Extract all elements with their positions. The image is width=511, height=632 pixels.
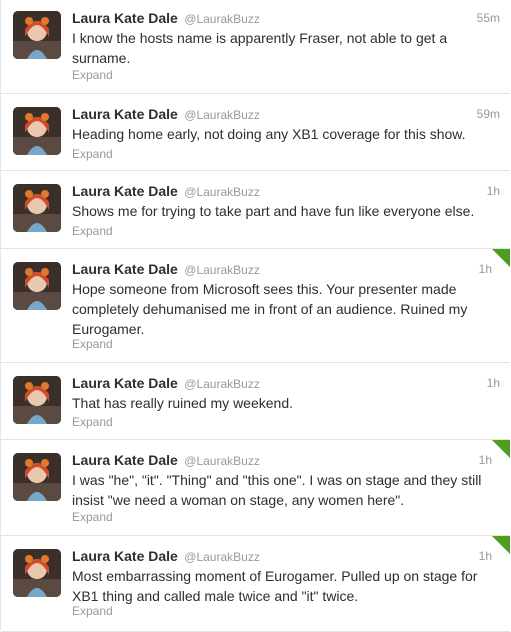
tweet-timeline: Laura Kate Dale @LaurakBuzz 55m I know t…	[0, 0, 510, 632]
tweet-text: Shows me for trying to take part and hav…	[72, 203, 475, 219]
avatar[interactable]	[13, 11, 61, 59]
expand-link[interactable]: Expand	[72, 147, 113, 161]
avatar[interactable]	[13, 453, 61, 501]
tweet-username[interactable]: @LaurakBuzz	[184, 185, 260, 199]
tweet-username[interactable]: @LaurakBuzz	[184, 454, 260, 468]
expand-link[interactable]: Expand	[72, 68, 113, 82]
avatar[interactable]	[13, 549, 61, 597]
tweet-text: I was "he", "it". "Thing" and "this one"…	[72, 472, 482, 508]
tweet-item[interactable]: Laura Kate Dale @LaurakBuzz 1h That has …	[1, 363, 510, 440]
expand-link[interactable]: Expand	[72, 510, 113, 524]
tweet-fullname[interactable]: Laura Kate Dale	[72, 106, 178, 122]
tweet-fullname[interactable]: Laura Kate Dale	[72, 375, 178, 391]
tweet-fullname[interactable]: Laura Kate Dale	[72, 10, 178, 26]
tweet-username[interactable]: @LaurakBuzz	[184, 12, 260, 26]
tweet-text: Heading home early, not doing any XB1 co…	[72, 126, 466, 142]
tweet-fullname[interactable]: Laura Kate Dale	[72, 452, 178, 468]
tweet-username[interactable]: @LaurakBuzz	[184, 377, 260, 391]
tweet-text: That has really ruined my weekend.	[72, 395, 293, 411]
tweet-item[interactable]: Laura Kate Dale @LaurakBuzz 55m I know t…	[1, 0, 510, 94]
tweet-text: Hope someone from Microsoft sees this. Y…	[72, 281, 468, 337]
tweet-username[interactable]: @LaurakBuzz	[184, 263, 260, 277]
tweet-header: Laura Kate Dale @LaurakBuzz 1h	[72, 373, 500, 393]
tweet-timestamp[interactable]: 1h	[487, 373, 500, 393]
tweet-timestamp[interactable]: 1h	[487, 181, 500, 201]
tweet-item[interactable]: Laura Kate Dale @LaurakBuzz 1h Hope some…	[1, 249, 510, 363]
tweet-fullname[interactable]: Laura Kate Dale	[72, 261, 178, 277]
expand-link[interactable]: Expand	[72, 337, 113, 351]
tweet-item[interactable]: Laura Kate Dale @LaurakBuzz 1h I was "he…	[1, 440, 510, 536]
tweet-header: Laura Kate Dale @LaurakBuzz 1h	[72, 546, 500, 566]
tweet-timestamp[interactable]: 1h	[479, 259, 492, 279]
tweet-header: Laura Kate Dale @LaurakBuzz 1h	[72, 450, 500, 470]
tweet-item[interactable]: Laura Kate Dale @LaurakBuzz 59m Heading …	[1, 94, 510, 171]
tweet-username[interactable]: @LaurakBuzz	[184, 550, 260, 564]
expand-link[interactable]: Expand	[72, 604, 113, 618]
expand-link[interactable]: Expand	[72, 415, 113, 429]
avatar[interactable]	[13, 376, 61, 424]
tweet-username[interactable]: @LaurakBuzz	[184, 108, 260, 122]
tweet-header: Laura Kate Dale @LaurakBuzz 1h	[72, 181, 500, 201]
avatar[interactable]	[13, 184, 61, 232]
tweet-fullname[interactable]: Laura Kate Dale	[72, 548, 178, 564]
tweet-timestamp[interactable]: 1h	[479, 450, 492, 470]
tweet-item[interactable]: Laura Kate Dale @LaurakBuzz 1h Shows me …	[1, 171, 510, 249]
avatar[interactable]	[13, 262, 61, 310]
tweet-text: Most embarrassing moment of Eurogamer. P…	[72, 568, 478, 604]
avatar[interactable]	[13, 107, 61, 155]
tweet-header: Laura Kate Dale @LaurakBuzz 1h	[72, 259, 500, 279]
tweet-timestamp[interactable]: 55m	[477, 8, 500, 28]
tweet-item[interactable]: Laura Kate Dale @LaurakBuzz 1h Most emba…	[1, 536, 510, 632]
tweet-timestamp[interactable]: 59m	[477, 104, 500, 124]
tweet-text: I know the hosts name is apparently Fras…	[72, 30, 448, 66]
tweet-fullname[interactable]: Laura Kate Dale	[72, 183, 178, 199]
expand-link[interactable]: Expand	[72, 224, 113, 238]
tweet-header: Laura Kate Dale @LaurakBuzz 59m	[72, 104, 500, 124]
tweet-timestamp[interactable]: 1h	[479, 546, 492, 566]
tweet-header: Laura Kate Dale @LaurakBuzz 55m	[72, 8, 500, 28]
